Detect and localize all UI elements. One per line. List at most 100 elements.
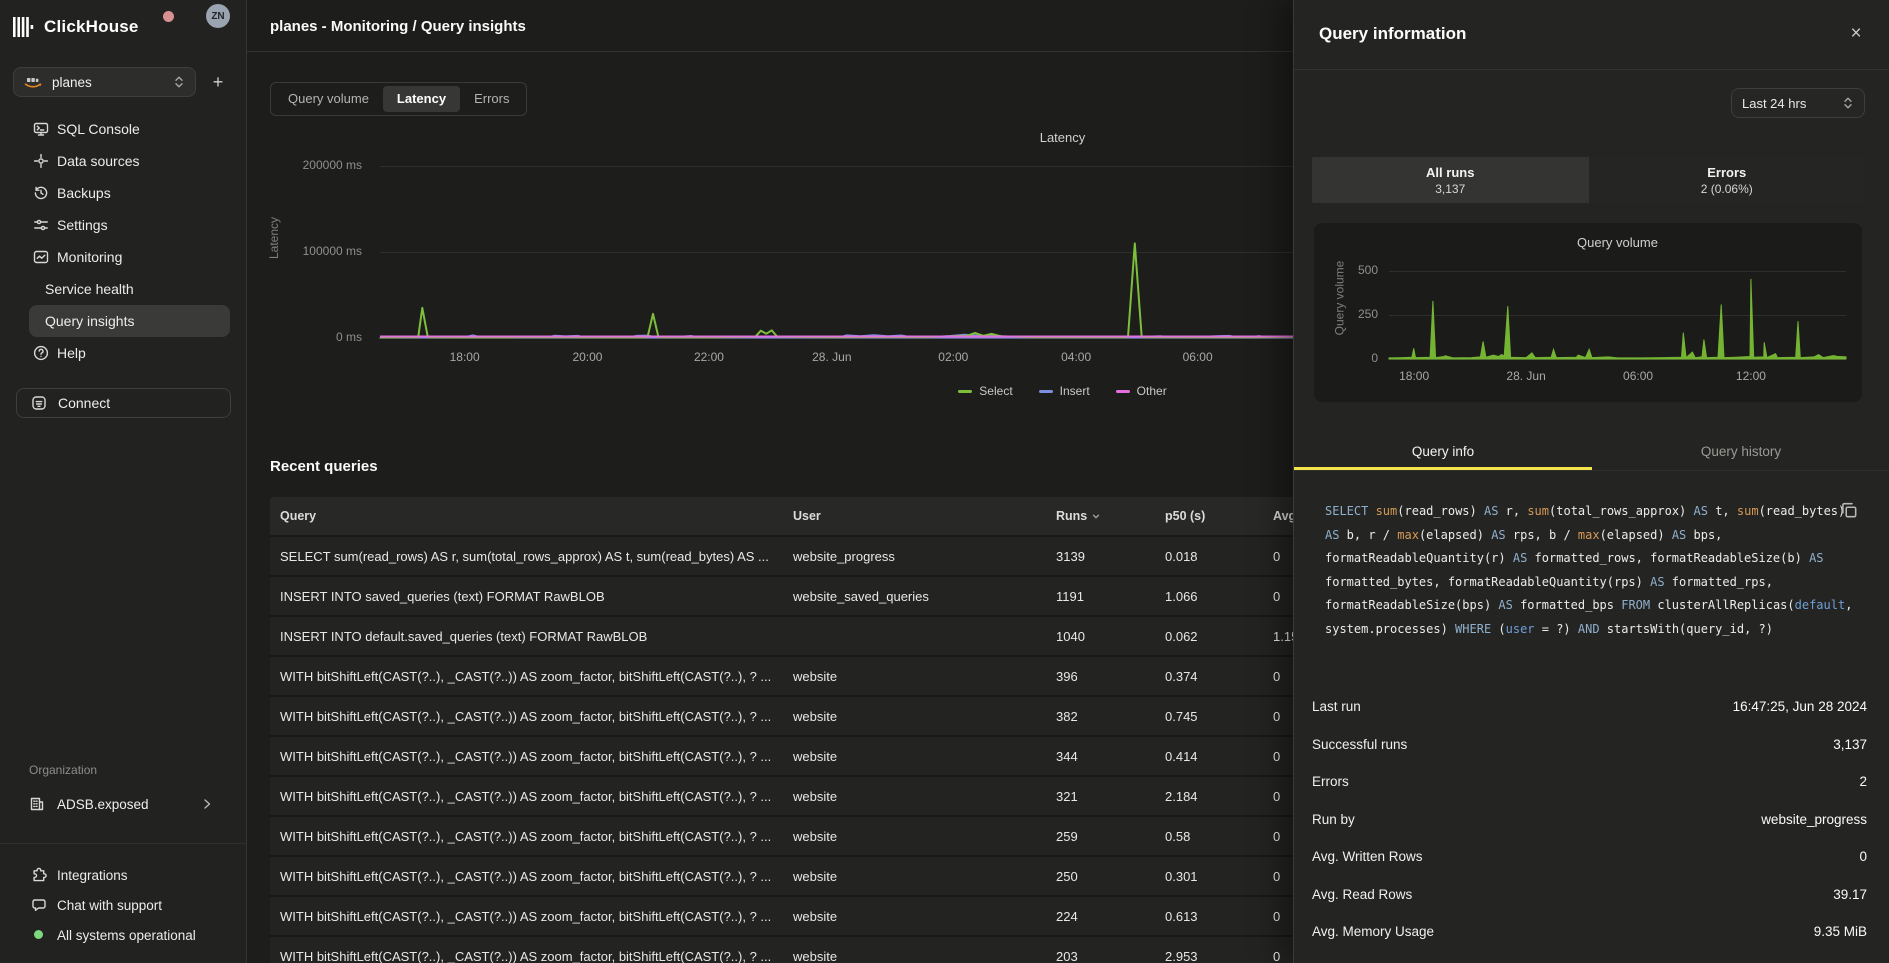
runs-errors-segmented-control: All runs3,137 Errors 2 (0.06%)	[1312, 157, 1865, 203]
copy-icon[interactable]	[1839, 500, 1859, 520]
sidebar-footer-all-systems-operational[interactable]: All systems operational	[0, 920, 247, 950]
runs-cell: 203	[1046, 949, 1155, 963]
stat-value: 0	[1859, 849, 1867, 864]
service-selector[interactable]: planes	[13, 67, 196, 97]
p50-cell: 0.58	[1155, 829, 1263, 844]
runs-cell: 250	[1046, 869, 1155, 884]
stat-value: 2	[1859, 774, 1867, 789]
y-axis-tick-label: 100000 ms	[247, 244, 362, 258]
y-axis-tick-label: 0	[1314, 351, 1378, 365]
chat-icon	[31, 897, 47, 913]
legend-item-select[interactable]: Select	[958, 384, 1012, 398]
chevron-right-icon	[200, 797, 214, 811]
sidebar-item-data-sources[interactable]: Data sources	[0, 145, 247, 177]
runs-cell: 344	[1046, 749, 1155, 764]
stat-value: 39.17	[1833, 887, 1867, 902]
sidebar-item-label: Service health	[45, 281, 134, 297]
column-header-p50-s-[interactable]: p50 (s)	[1155, 509, 1263, 523]
column-header-query[interactable]: Query	[270, 509, 783, 523]
sidebar-item-backups[interactable]: Backups	[0, 177, 247, 209]
segment-errors[interactable]: Errors 2 (0.06%)	[1589, 157, 1866, 203]
brand-name: ClickHouse	[44, 17, 139, 37]
notification-dot[interactable]	[163, 11, 174, 22]
sidebar-footer-integrations[interactable]: Integrations	[0, 860, 247, 890]
p50-cell: 0.062	[1155, 629, 1263, 644]
y-axis-tick-label: 0 ms	[247, 330, 362, 344]
organization-section-label: Organization	[29, 763, 97, 777]
time-range-selector[interactable]: Last 24 hrs	[1731, 88, 1865, 118]
user-cell: website	[783, 869, 1046, 884]
query-cell: WITH bitShiftLeft(CAST(?..), _CAST(?..))…	[270, 709, 783, 724]
integrations-icon	[31, 867, 47, 883]
sidebar-item-monitoring[interactable]: Monitoring	[0, 241, 247, 273]
stat-label: Avg. Written Rows	[1312, 849, 1423, 864]
sidebar-item-label: Data sources	[57, 153, 139, 169]
sidebar-footer-label: All systems operational	[57, 928, 196, 943]
segment-all-runs[interactable]: All runs3,137	[1312, 157, 1589, 203]
stat-row-avg-read-rows: Avg. Read Rows39.17	[1312, 876, 1867, 914]
panel-tab-query-history[interactable]: Query history	[1592, 435, 1889, 470]
sidebar-footer-chat-with-support[interactable]: Chat with support	[0, 890, 247, 920]
runs-cell: 1040	[1046, 629, 1155, 644]
x-axis-tick-label: 04:00	[1044, 350, 1108, 364]
brand-logo[interactable]: ClickHouse	[13, 12, 234, 42]
organization-item[interactable]: ADSB.exposed	[0, 788, 247, 820]
p50-cell: 2.184	[1155, 789, 1263, 804]
sidebar-item-label: Backups	[57, 185, 111, 201]
y-axis-tick-label: 200000 ms	[247, 158, 362, 172]
segment-label: Errors	[1707, 165, 1746, 180]
query-cell: WITH bitShiftLeft(CAST(?..), _CAST(?..))…	[270, 789, 783, 804]
p50-cell: 0.414	[1155, 749, 1263, 764]
p50-cell: 0.745	[1155, 709, 1263, 724]
column-header-user[interactable]: User	[783, 509, 1046, 523]
legend-label: Other	[1137, 384, 1167, 398]
tab-latency[interactable]: Latency	[383, 86, 460, 112]
sidebar-item-query-insights[interactable]: Query insights	[29, 305, 230, 337]
query-cell: INSERT INTO saved_queries (text) FORMAT …	[270, 589, 783, 604]
runs-cell: 1191	[1046, 589, 1155, 604]
sidebar: ClickHouse ZN planes + SQL Console Data s…	[0, 0, 247, 963]
user-cell: website	[783, 909, 1046, 924]
legend-item-other[interactable]: Other	[1116, 384, 1167, 398]
stat-row-last-run: Last run16:47:25, Jun 28 2024	[1312, 688, 1867, 726]
tab-errors[interactable]: Errors	[460, 86, 523, 112]
sidebar-item-sql-console[interactable]: SQL Console	[0, 113, 247, 145]
connect-button[interactable]: Connect	[16, 388, 231, 418]
connect-label: Connect	[58, 395, 110, 411]
clickhouse-logo-icon	[13, 17, 35, 37]
x-axis-tick-label: 02:00	[921, 350, 985, 364]
legend-swatch	[958, 390, 972, 393]
column-header-runs[interactable]: Runs	[1046, 509, 1155, 523]
legend-swatch	[1116, 390, 1130, 393]
sidebar-item-service-health[interactable]: Service health	[29, 273, 230, 305]
legend-item-insert[interactable]: Insert	[1039, 384, 1090, 398]
runs-cell: 396	[1046, 669, 1155, 684]
legend-label: Insert	[1060, 384, 1090, 398]
add-service-button[interactable]: +	[205, 69, 231, 95]
query-cell: WITH bitShiftLeft(CAST(?..), _CAST(?..))…	[270, 909, 783, 924]
sql-code-block: SELECT sum(read_rows) AS r, sum(total_ro…	[1325, 500, 1865, 641]
query-volume-card: Query volume 0250500Query volume18:0028.…	[1314, 223, 1862, 402]
sidebar-item-label: SQL Console	[57, 121, 140, 137]
user-cell: website	[783, 829, 1046, 844]
segment-value: 2 (0.06%)	[1701, 182, 1753, 196]
user-cell: website	[783, 949, 1046, 963]
tab-query-volume[interactable]: Query volume	[274, 86, 383, 112]
app-root: ClickHouse ZN planes + SQL Console Data s…	[0, 0, 1889, 963]
query-information-panel: Query information × Last 24 hrs All runs…	[1293, 0, 1889, 963]
sidebar-divider	[0, 843, 247, 844]
close-icon[interactable]: ×	[1842, 20, 1870, 48]
x-axis-tick-label: 06:00	[1606, 369, 1670, 383]
avatar[interactable]: ZN	[206, 4, 230, 28]
sidebar-item-settings[interactable]: Settings	[0, 209, 247, 241]
query_volume-plot[interactable]	[1389, 238, 1846, 359]
sidebar-item-label: Query insights	[45, 313, 134, 329]
p50-cell: 1.066	[1155, 589, 1263, 604]
runs-cell: 259	[1046, 829, 1155, 844]
sidebar-footer: IntegrationsChat with support All systems…	[0, 860, 247, 950]
stat-label: Successful runs	[1312, 737, 1407, 752]
sidebar-item-help[interactable]: Help	[0, 337, 247, 369]
sort-desc-icon	[1091, 511, 1101, 521]
legend-swatch	[1039, 390, 1053, 393]
panel-tab-query-info[interactable]: Query info	[1294, 435, 1592, 470]
